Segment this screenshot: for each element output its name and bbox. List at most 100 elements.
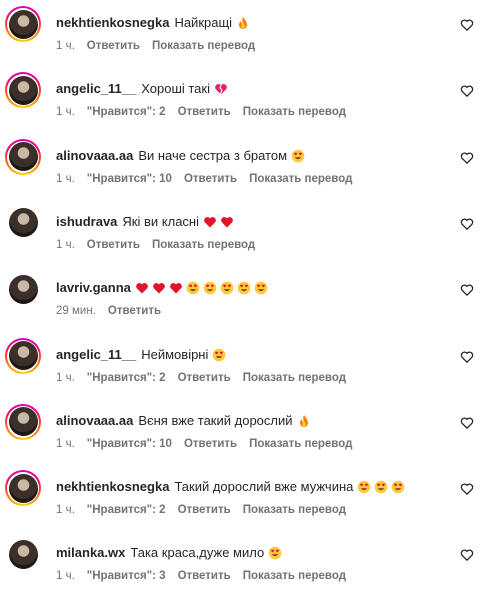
heart-eyes-icon bbox=[374, 480, 388, 494]
reply-button[interactable]: Ответить bbox=[184, 438, 237, 450]
comment-item: alinovaaa.aa Ви наче сестра з братом 1 ч. "… bbox=[0, 138, 484, 195]
comment-meta: 1 ч. Ответить Показать перевод bbox=[56, 39, 267, 53]
comment-text-line: nekhtienkosnegka Такий дорослий вже мужчи… bbox=[56, 479, 405, 495]
heart-eyes-icon bbox=[220, 281, 234, 295]
red-heart-icon bbox=[203, 215, 217, 229]
comment-text-line: nekhtienkosnegka Найкращі bbox=[56, 15, 250, 31]
likes-count[interactable]: "Нравится": 10 bbox=[87, 173, 172, 185]
show-translation-button[interactable]: Показать перевод bbox=[243, 504, 346, 516]
comment-emojis bbox=[357, 480, 405, 494]
comment-meta: 1 ч. "Нравится": 2 Ответить Показать перево… bbox=[56, 503, 358, 517]
comment-text: Найкращі bbox=[174, 15, 233, 30]
show-translation-button[interactable]: Показать перевод bbox=[249, 438, 352, 450]
comment-item: nekhtienkosnegka Найкращі 1 ч. Ответить Пока… bbox=[0, 6, 484, 62]
comment-username[interactable]: alinovaaa.aa bbox=[56, 148, 133, 163]
comment-username[interactable]: milanka.wx bbox=[56, 545, 125, 560]
comment-text: Такий дорослий вже мужчина bbox=[174, 479, 354, 495]
heart-eyes-icon bbox=[254, 281, 268, 295]
avatar[interactable] bbox=[5, 72, 41, 109]
reply-button[interactable]: Ответить bbox=[178, 504, 231, 516]
avatar[interactable] bbox=[5, 470, 41, 507]
avatar[interactable] bbox=[5, 205, 41, 241]
likes-count[interactable]: "Нравится": 3 bbox=[87, 570, 166, 582]
comment-meta: 1 ч. Ответить Показать перевод bbox=[56, 238, 267, 252]
avatar[interactable] bbox=[5, 403, 41, 440]
comment-text: Така краса,дуже мило bbox=[130, 545, 265, 561]
comment-text-line: alinovaaa.aa Вєня вже такий дорослий bbox=[56, 413, 311, 429]
comment-item: ishudrava Які ви класні 1 ч. Ответить Показа… bbox=[0, 205, 484, 261]
comment-meta: 1 ч. "Нравится": 3 Ответить Показать перево… bbox=[56, 569, 358, 583]
like-heart-icon[interactable] bbox=[460, 482, 474, 496]
comment-time: 1 ч. bbox=[56, 437, 75, 450]
comment-username[interactable]: alinovaaa.aa bbox=[56, 413, 133, 428]
reply-button[interactable]: Ответить bbox=[87, 40, 140, 52]
comment-time: 1 ч. bbox=[56, 570, 75, 583]
reply-button[interactable]: Ответить bbox=[178, 570, 231, 582]
comment-emojis bbox=[297, 414, 311, 428]
avatar[interactable] bbox=[5, 6, 41, 42]
comment-username[interactable]: angelic_11__ bbox=[56, 347, 136, 362]
like-heart-icon[interactable] bbox=[460, 416, 474, 430]
comment-emojis bbox=[214, 82, 228, 96]
like-heart-icon[interactable] bbox=[460, 283, 474, 297]
comment-text-line: angelic_11__ Неймовірні bbox=[56, 347, 226, 363]
show-translation-button[interactable]: Показать перевод bbox=[243, 570, 346, 582]
show-translation-button[interactable]: Показать перевод bbox=[249, 173, 352, 185]
like-heart-icon[interactable] bbox=[460, 350, 474, 364]
show-translation-button[interactable]: Показать перевод bbox=[243, 106, 346, 118]
avatar[interactable] bbox=[5, 271, 41, 307]
comment-username[interactable]: ishudrava bbox=[56, 214, 117, 229]
reply-button[interactable]: Ответить bbox=[184, 173, 237, 185]
heart-eyes-icon bbox=[391, 480, 405, 494]
comment-emojis bbox=[135, 281, 268, 295]
comment-time: 1 ч. bbox=[56, 238, 75, 251]
comment-text-line: lavriv.ganna bbox=[56, 280, 268, 296]
like-heart-icon[interactable] bbox=[460, 548, 474, 562]
comment-meta: 1 ч. "Нравится": 10 Ответить Показать перев… bbox=[56, 437, 364, 451]
like-heart-icon[interactable] bbox=[460, 84, 474, 98]
heart-eyes-icon bbox=[268, 546, 282, 560]
reply-button[interactable]: Ответить bbox=[178, 106, 231, 118]
red-heart-icon bbox=[152, 281, 166, 295]
comment-text-line: alinovaaa.aa Ви наче сестра з братом bbox=[56, 148, 305, 164]
heart-eyes-icon bbox=[186, 281, 200, 295]
comment-time: 1 ч. bbox=[56, 106, 75, 119]
likes-count[interactable]: "Нравится": 2 bbox=[87, 504, 166, 516]
comment-meta: 1 ч. "Нравится": 10 Ответить Показать перев… bbox=[56, 172, 364, 186]
red-heart-icon bbox=[169, 281, 183, 295]
comment-text: Вєня вже такий дорослий bbox=[138, 412, 293, 428]
show-translation-button[interactable]: Показать перевод bbox=[152, 239, 255, 251]
fire-icon bbox=[297, 414, 311, 428]
show-translation-button[interactable]: Показать перевод bbox=[243, 372, 346, 384]
like-heart-icon[interactable] bbox=[460, 18, 474, 32]
comment-username[interactable]: nekhtienkosnegka bbox=[56, 479, 169, 494]
comment-emojis bbox=[291, 149, 305, 163]
comment-time: 29 мин. bbox=[56, 305, 96, 318]
comment-username[interactable]: nekhtienkosnegka bbox=[56, 15, 169, 30]
show-translation-button[interactable]: Показать перевод bbox=[152, 40, 255, 52]
comment-emojis bbox=[236, 16, 250, 30]
comment-emojis bbox=[212, 348, 226, 362]
comment-emojis bbox=[203, 215, 234, 229]
reply-button[interactable]: Ответить bbox=[87, 239, 140, 251]
comment-username[interactable]: lavriv.ganna bbox=[56, 280, 131, 295]
avatar[interactable] bbox=[5, 536, 41, 572]
comment-time: 1 ч. bbox=[56, 40, 75, 52]
like-heart-icon[interactable] bbox=[460, 217, 474, 231]
like-heart-icon[interactable] bbox=[460, 151, 474, 165]
comment-text-line: milanka.wx Така краса,дуже мило bbox=[56, 545, 282, 561]
likes-count[interactable]: "Нравится": 2 bbox=[87, 372, 166, 384]
comment-meta: 29 мин. Ответить bbox=[56, 304, 173, 318]
likes-count[interactable]: "Нравится": 10 bbox=[87, 438, 172, 450]
comment-text: Хороші такі bbox=[141, 81, 210, 97]
comment-meta: 1 ч. "Нравится": 2 Ответить Показать перево… bbox=[56, 105, 358, 119]
comment-username[interactable]: angelic_11__ bbox=[56, 81, 136, 96]
fire-icon bbox=[236, 16, 250, 30]
likes-count[interactable]: "Нравится": 2 bbox=[87, 106, 166, 118]
avatar[interactable] bbox=[5, 337, 41, 374]
avatar[interactable] bbox=[5, 138, 41, 175]
comment-text: Які ви класні bbox=[122, 213, 199, 229]
reply-button[interactable]: Ответить bbox=[108, 305, 161, 317]
reply-button[interactable]: Ответить bbox=[178, 372, 231, 384]
comment-time: 1 ч. bbox=[56, 504, 75, 517]
